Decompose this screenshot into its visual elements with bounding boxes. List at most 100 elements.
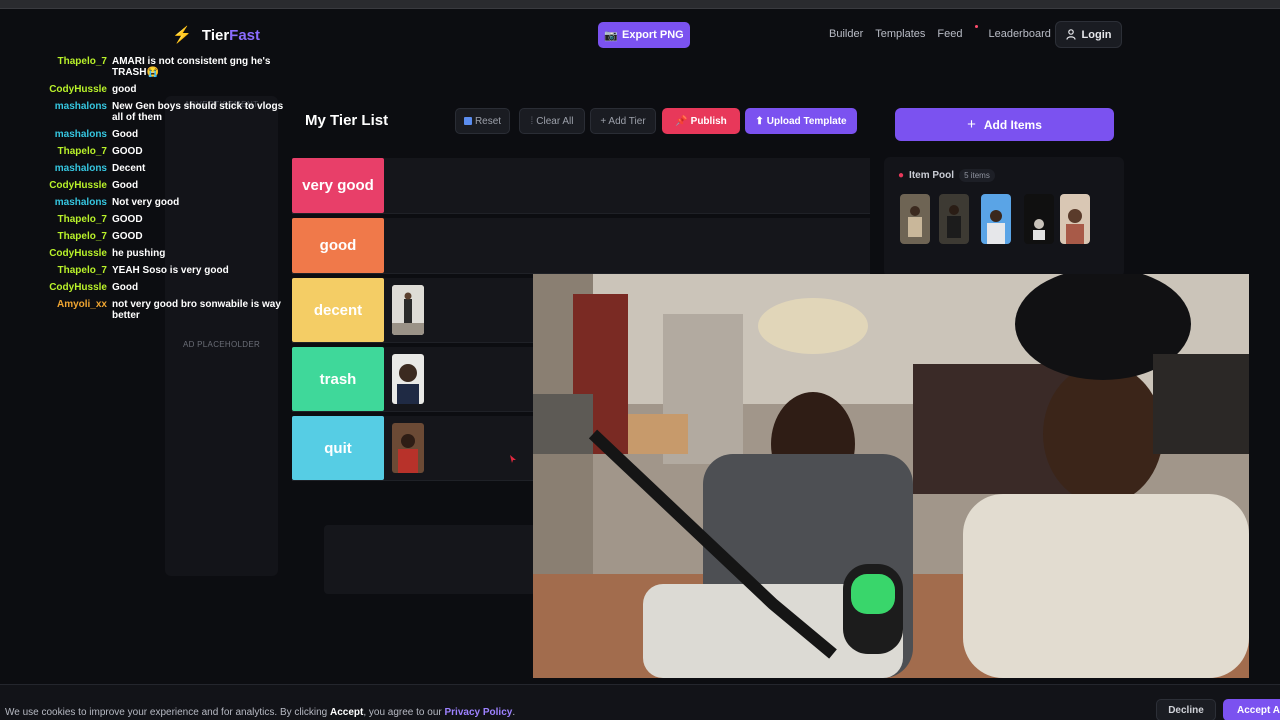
camera-icon: 📷: [604, 29, 618, 42]
nav-links: Builder Templates Feed Leaderboard: [829, 25, 1063, 40]
nav-link-leaderboard[interactable]: Leaderboard: [988, 28, 1050, 40]
person-photo-thumbnail: [392, 423, 424, 473]
chat-message-text: YEAH Soso is very good: [112, 265, 229, 276]
tier-item-photo[interactable]: [392, 354, 424, 404]
webcam-video-overlay: [533, 274, 1249, 678]
nav-link-builder[interactable]: Builder: [829, 28, 863, 40]
chat-username: Thapelo_7: [57, 214, 107, 225]
chat-message-text: GOOD: [112, 214, 143, 225]
chat-message-text: GOOD: [112, 146, 143, 157]
tier-item-photo[interactable]: [392, 285, 424, 335]
pool-item-photo: [1060, 194, 1090, 244]
chat-message-text: GOOD: [112, 231, 143, 242]
chat-message: CodyHussle Good: [0, 180, 290, 191]
tier-list-header: My Tier List Reset ⁞ Clear All + Add Tie…: [292, 96, 872, 156]
logo-text-fast: Fast: [229, 26, 261, 44]
pool-item[interactable]: [939, 194, 969, 244]
accept-cookies-button[interactable]: Accept All: [1223, 699, 1280, 720]
logo-text-tier: Tier: [201, 26, 230, 44]
chat-message: Thapelo_7 YEAH Soso is very good: [0, 265, 290, 276]
tier-label-good[interactable]: good: [292, 218, 384, 273]
upload-icon: ⬆: [755, 115, 764, 127]
pool-item-photo: [900, 194, 930, 244]
chat-message: Thapelo_7 AMARI is not consistent gng he'…: [0, 56, 290, 78]
item-pool-count-badge: 5 items: [959, 169, 995, 182]
login-button[interactable]: Login: [1055, 21, 1122, 48]
clear-all-label: Clear All: [536, 115, 574, 127]
pool-item[interactable]: [900, 194, 930, 244]
decline-cookies-button[interactable]: Decline: [1156, 699, 1216, 720]
tier-list-title: My Tier List: [305, 112, 389, 129]
chat-message: mashalons Not very good: [0, 197, 290, 208]
item-pool-title: Item Pool: [909, 170, 955, 181]
chat-message-text: Good: [112, 282, 139, 293]
chat-message-text: Good: [112, 180, 139, 191]
chat-username: Thapelo_7: [57, 265, 107, 276]
chat-message: CodyHussle good: [0, 84, 290, 95]
chat-message-text: New Gen boys should stick to vlogs all o…: [112, 101, 284, 123]
chat-username: mashalons: [54, 101, 107, 112]
publish-label: Publish: [690, 115, 727, 127]
grip-icon: ⁞: [530, 115, 534, 127]
tier-label-quit[interactable]: quit: [292, 416, 384, 480]
chat-message: Amyoli_xx not very good bro sonwabile is …: [0, 299, 290, 321]
reset-label: Reset: [474, 115, 502, 127]
cookie-accept-word: Accept: [329, 707, 364, 718]
privacy-policy-link[interactable]: Privacy Policy: [445, 707, 513, 718]
tier-item-photo[interactable]: [392, 423, 424, 473]
person-photo-thumbnail: [392, 354, 424, 404]
chat-message: Thapelo_7 GOOD: [0, 231, 290, 242]
mouse-cursor: [510, 455, 516, 463]
pin-icon: 📌: [675, 115, 688, 127]
tier-drop-area[interactable]: [324, 525, 536, 594]
upload-template-label: Upload Template: [766, 115, 847, 127]
add-items-button[interactable]: + Add Items: [895, 108, 1114, 141]
add-tier-label: + Add Tier: [600, 115, 646, 127]
pool-item-photo: [1024, 194, 1054, 244]
chat-username: Thapelo_7: [57, 56, 107, 67]
chat-message-text: not very good bro sonwabile is way bette…: [112, 299, 281, 321]
cookie-consent-bar: We use cookies to improve your experienc…: [0, 684, 1280, 720]
tier-label-very-good[interactable]: very good: [292, 158, 384, 213]
tier-label-trash[interactable]: trash: [292, 347, 384, 411]
chat-message: mashalons Good: [0, 129, 290, 140]
chat-username: mashalons: [54, 129, 107, 140]
clear-all-button[interactable]: ⁞ Clear All: [519, 108, 585, 134]
user-icon: [1065, 29, 1076, 40]
chat-message-text: AMARI is not consistent gng he's TRASH😭: [112, 56, 271, 78]
chat-message: mashalons Decent: [0, 163, 290, 174]
chat-message: Thapelo_7 GOOD: [0, 146, 290, 157]
publish-button[interactable]: 📌 Publish: [662, 108, 740, 134]
tier-row-good[interactable]: good: [292, 218, 870, 274]
app-logo[interactable]: ⚡ TierFast: [172, 25, 260, 45]
tier-label-decent[interactable]: decent: [292, 278, 384, 342]
chat-message-text: Not very good: [112, 197, 180, 208]
export-png-button[interactable]: 📷 Export PNG: [598, 22, 690, 48]
lightning-icon: ⚡: [172, 27, 192, 44]
cookie-text-after: , you agree to our: [363, 707, 445, 718]
pool-item[interactable]: [1024, 194, 1054, 244]
upload-template-button[interactable]: ⬆ Upload Template: [745, 108, 857, 134]
chat-username: CodyHussle: [49, 84, 107, 95]
export-png-label: Export PNG: [621, 29, 684, 41]
chat-username: CodyHussle: [49, 180, 107, 191]
nav-link-feed-label: Feed: [937, 28, 963, 40]
top-navbar: ⚡ TierFast 📷 Export PNG Builder Template…: [0, 9, 1280, 61]
reset-button[interactable]: Reset: [455, 108, 510, 134]
pool-item-photo: [939, 194, 969, 244]
chat-username: Thapelo_7: [57, 146, 107, 157]
login-label: Login: [1081, 28, 1112, 41]
pool-item[interactable]: [981, 194, 1011, 244]
notification-dot: [975, 25, 979, 28]
chat-message-text: he pushing: [112, 248, 166, 259]
tier-row-very-good[interactable]: very good: [292, 158, 870, 214]
chat-username: CodyHussle: [49, 282, 107, 293]
chat-message-text: Good: [112, 129, 139, 140]
pool-item[interactable]: [1060, 194, 1090, 244]
nav-link-templates[interactable]: Templates: [875, 28, 925, 40]
add-tier-button[interactable]: + Add Tier: [590, 108, 656, 134]
chat-username: Thapelo_7: [57, 231, 107, 242]
target-icon: ●: [898, 170, 905, 181]
chat-username: mashalons: [54, 197, 107, 208]
nav-link-feed[interactable]: Feed: [937, 25, 979, 40]
